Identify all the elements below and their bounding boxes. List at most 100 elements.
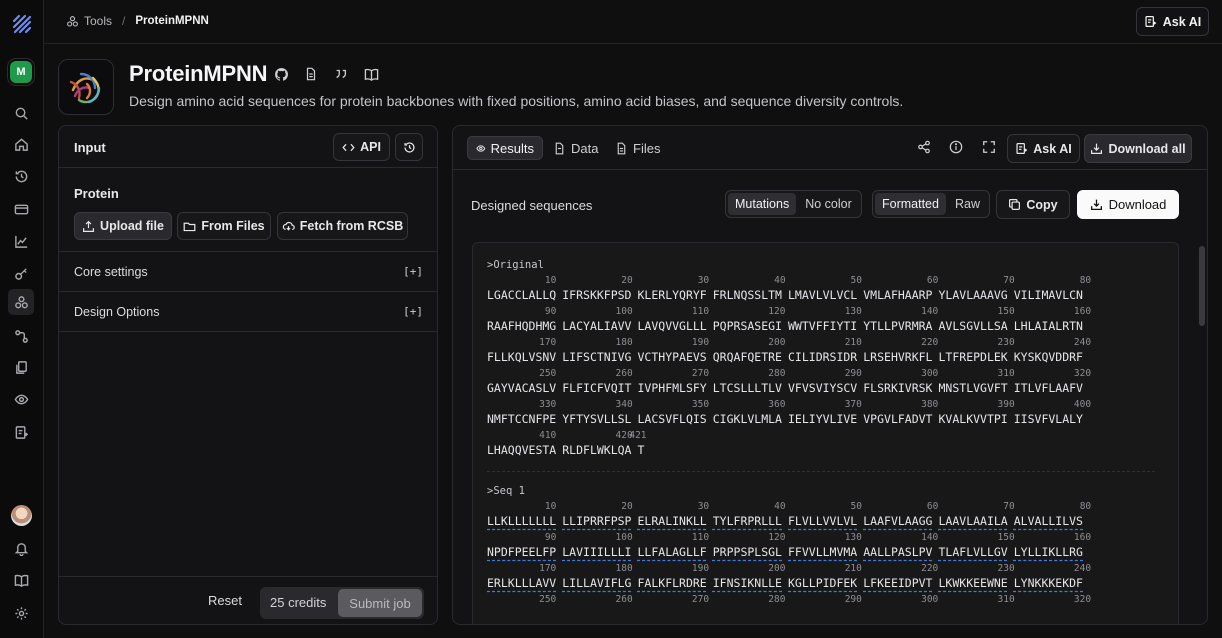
scrollbar-thumb[interactable] (1199, 246, 1205, 326)
sequence-line: GAYVACASLV FLFICFVQIT IVPHFMLSFY LTCSLLLTLV… (487, 381, 1157, 395)
position-number: 40 (774, 501, 786, 512)
sequence-row: 10 20 30 40 50 60 70 80 LLKLLLLLLL LLIPRRFPSP ELRA… (487, 501, 1157, 528)
ask-ai-button[interactable]: Ask AI (1007, 134, 1080, 163)
position-number: 290 (844, 368, 862, 379)
residue-block: LLKLLLLLLL (487, 514, 557, 528)
download-all-button[interactable]: Download all (1084, 134, 1192, 163)
ask-ai-button[interactable]: Ask AI (1136, 7, 1209, 36)
tools-shapes-icon[interactable] (8, 289, 34, 315)
position-number: 190 (691, 337, 710, 348)
design-options-section[interactable]: Design Options [+] (59, 292, 437, 332)
eye-icon[interactable] (12, 390, 30, 408)
expand-toggle[interactable]: [+] (403, 265, 423, 278)
sequence-row: 10 20 30 40 50 60 70 80 LGACCLALLQ IFRSKKFPSD KLER… (487, 275, 1157, 302)
reset-button[interactable]: Reset (208, 593, 242, 608)
residue-block: ALVALLILVS (1013, 514, 1083, 528)
tab-results[interactable]: Results (467, 136, 543, 160)
notes-ai-icon[interactable] (12, 423, 30, 441)
sequence-row: 170 180 190 200 210 220 230 240 ERLKLLLAVV LILLAV… (487, 563, 1157, 590)
residue-block: LILLAVIFLG (562, 576, 632, 590)
app-root: M Tools / ProteinMPNN Ask AI ProteinMPNN… (0, 0, 1222, 638)
tab-data[interactable]: Data (553, 136, 598, 160)
tool-logo (58, 59, 114, 115)
residue-block: TLAFLVLLGV (938, 545, 1008, 559)
position-number: 250 (539, 594, 557, 605)
docs-book-icon[interactable] (12, 571, 30, 589)
residue-block: VILIMAVLCN (1013, 288, 1083, 302)
home-icon[interactable] (12, 135, 30, 153)
residue-block: LACYALIAVV (562, 319, 632, 333)
residue-block: CIGKLVLMLA (712, 412, 782, 426)
residue-block: LKWKKEEWNE (938, 576, 1008, 590)
download-icon (1090, 199, 1102, 211)
residue-block: GAYVACASLV (487, 381, 557, 395)
expand-toggle[interactable]: [+] (403, 305, 423, 318)
residue-block: IELIYVLIVE (788, 412, 858, 426)
residue-block: AALLPASLPV (863, 545, 933, 559)
residue-block: MNSTLVGVFT (938, 381, 1008, 395)
github-icon[interactable] (273, 66, 289, 82)
info-icon[interactable] (949, 140, 963, 154)
residue-block: YFTYSVLLSL (562, 412, 632, 426)
history-icon[interactable] (12, 167, 30, 185)
bell-icon[interactable] (12, 539, 30, 557)
residue-block: FLLKQLVSNV (487, 350, 557, 364)
history-button[interactable] (395, 133, 423, 161)
mode-mutations[interactable]: Mutations (728, 193, 797, 215)
submit-job-button[interactable]: Submit job (338, 589, 422, 617)
workspace-avatar[interactable]: M (10, 61, 32, 83)
position-number: 170 (539, 563, 557, 574)
copy-button[interactable]: Copy (996, 190, 1070, 219)
settings-gear-icon[interactable] (12, 604, 30, 622)
sequence-row: 90 100 110 120 130 140 150 160 RAAFHQDHMG LACYALI… (487, 306, 1157, 333)
position-number: 200 (768, 563, 786, 574)
upload-file-button[interactable]: Upload file (74, 212, 172, 240)
sequence-viewer[interactable]: >Original 10 20 30 40 50 60 70 80 LGACCLALLQ IFRS… (472, 242, 1179, 624)
user-avatar[interactable] (11, 505, 32, 526)
quote-citation-icon[interactable] (333, 66, 349, 82)
format-formatted[interactable]: Formatted (875, 193, 946, 215)
page-description: Design amino acid sequences for protein … (129, 93, 904, 109)
core-settings-section[interactable]: Core settings [+] (59, 252, 437, 292)
api-button[interactable]: API (333, 133, 390, 161)
document-icon (555, 142, 564, 154)
scrollbar[interactable] (1199, 236, 1205, 624)
results-body: Designed sequences Mutations No color Fo… (453, 171, 1207, 624)
residue-block: LAVIIILLLI (562, 545, 632, 559)
format-raw[interactable]: Raw (948, 193, 987, 215)
file-icon (617, 142, 626, 154)
search-icon[interactable] (12, 104, 30, 122)
files-copy-icon[interactable] (12, 358, 30, 376)
position-number: 60 (926, 501, 939, 512)
brand-logo-icon[interactable] (11, 13, 33, 35)
analytics-chart-icon[interactable] (12, 232, 30, 250)
fetch-rcsb-button[interactable]: Fetch from RCSB (277, 212, 408, 240)
residue-block: VPGVLFADVT (863, 412, 933, 426)
residue-block: FFVVLLMVMA (788, 545, 858, 559)
document-icon[interactable] (303, 66, 319, 82)
share-icon[interactable] (917, 140, 931, 154)
residue-block: RAAFHQDHMG (487, 319, 557, 333)
position-number: 170 (539, 337, 557, 348)
download-button[interactable]: Download (1077, 190, 1179, 219)
key-icon[interactable] (12, 264, 30, 282)
workflow-icon[interactable] (12, 327, 30, 345)
position-number: 30 (697, 275, 710, 286)
book-docs-icon[interactable] (363, 66, 379, 82)
residue-block: KLERLYQRYF (637, 288, 707, 302)
protein-section: Protein Upload file From Files Fetch fro… (59, 168, 437, 252)
position-number: 380 (921, 399, 939, 410)
fullscreen-icon[interactable] (982, 140, 996, 154)
position-number: 370 (844, 399, 862, 410)
mode-no-color[interactable]: No color (798, 193, 859, 215)
residue-block: LAAVLAAILA (938, 514, 1008, 528)
position-number: 350 (691, 399, 710, 410)
from-files-button[interactable]: From Files (177, 212, 271, 240)
residue-block: ITLVFLAAFV (1013, 381, 1083, 395)
residue-block: LLIPRRFPSP (562, 514, 632, 528)
tab-files[interactable]: Files (615, 136, 660, 160)
residue-block: LGACCLALLQ (487, 288, 557, 302)
position-numbers: 10 20 30 40 50 60 70 80 (487, 275, 1157, 288)
billing-card-icon[interactable] (12, 200, 30, 218)
breadcrumb-tools[interactable]: Tools (66, 14, 112, 28)
